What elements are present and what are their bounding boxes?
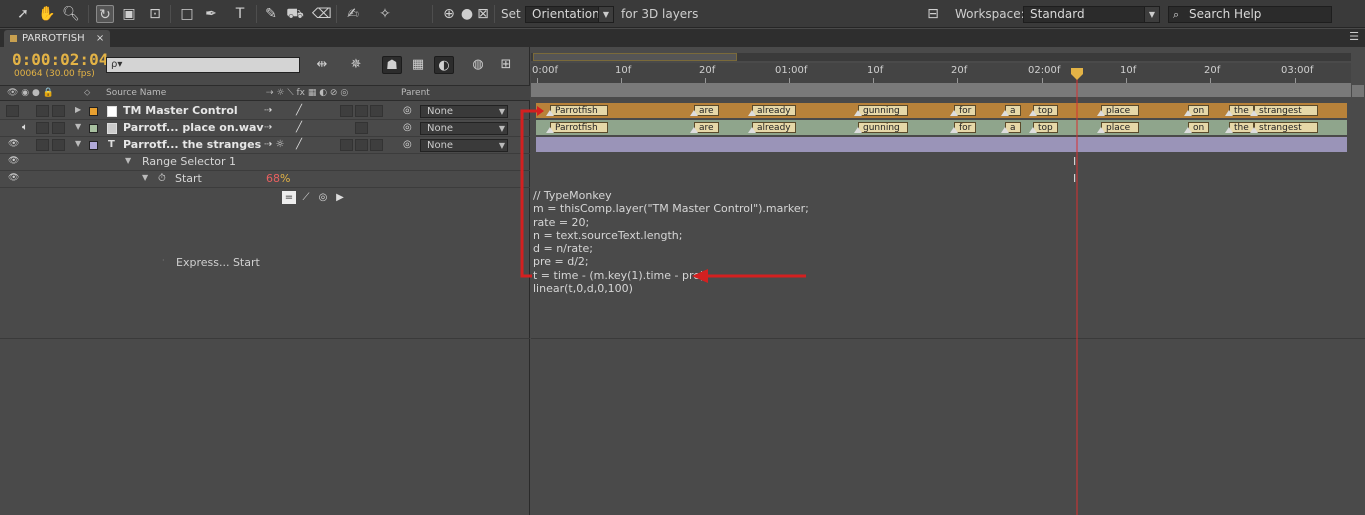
annotation-arrowhead bbox=[692, 269, 708, 283]
annotation-arrowhead bbox=[537, 106, 544, 116]
playhead-icon bbox=[1071, 68, 1083, 80]
annotation-bracket bbox=[520, 109, 537, 278]
overlay-graphics bbox=[520, 68, 1083, 515]
